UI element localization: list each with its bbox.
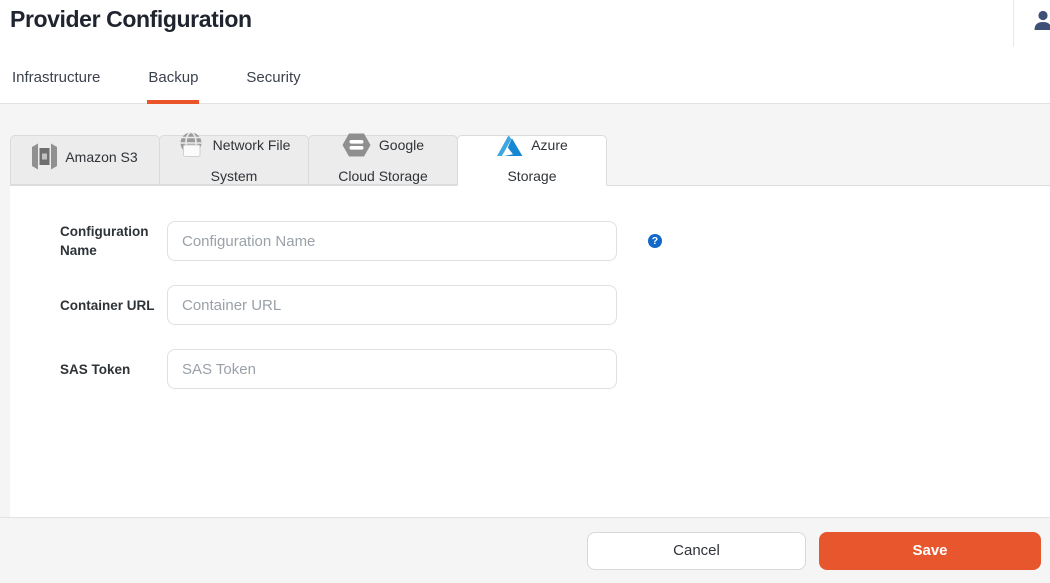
provider-tabstrip: Amazon S3 Network File System — [10, 104, 1050, 186]
provider-panel: Configuration Name ? Container URL SAS T… — [10, 186, 1050, 518]
provider-tab-label: Network File System — [211, 137, 291, 184]
cancel-button[interactable]: Cancel — [587, 532, 806, 570]
azure-storage-form: Configuration Name ? Container URL SAS T… — [10, 186, 1050, 389]
header-divider — [1013, 0, 1014, 47]
provider-tab-label: Amazon S3 — [65, 149, 137, 165]
sas-token-label: SAS Token — [60, 360, 160, 379]
container-url-input[interactable] — [167, 285, 617, 325]
user-icon[interactable] — [1031, 9, 1050, 33]
provider-tab-azure-storage[interactable]: Azure Storage — [457, 135, 607, 186]
provider-tab-network-file-system[interactable]: Network File System — [159, 135, 309, 185]
tab-security[interactable]: Security — [245, 69, 301, 103]
azure-logo-icon — [496, 134, 523, 165]
sas-token-input[interactable] — [167, 349, 617, 389]
gcs-hexagon-icon — [342, 132, 371, 165]
form-row-sas-token: SAS Token — [60, 349, 1050, 389]
provider-tab-google-cloud-storage[interactable]: Google Cloud Storage — [308, 135, 458, 185]
page-body: Amazon S3 Network File System — [0, 104, 1050, 583]
page-title: Provider Configuration — [10, 6, 252, 33]
form-row-configuration-name: Configuration Name ? — [60, 221, 1050, 261]
container-url-label: Container URL — [60, 296, 160, 315]
provider-tab-amazon-s3[interactable]: Amazon S3 — [10, 135, 160, 185]
tab-infrastructure[interactable]: Infrastructure — [11, 69, 101, 103]
s3-bucket-icon — [32, 143, 57, 177]
help-icon[interactable]: ? — [648, 234, 662, 248]
configuration-name-input[interactable] — [167, 221, 617, 261]
tab-backup[interactable]: Backup — [147, 69, 199, 104]
form-row-container-url: Container URL — [60, 285, 1050, 325]
save-button[interactable]: Save — [819, 532, 1041, 570]
action-footer: Cancel Save — [0, 517, 1050, 583]
page-header: Provider Configuration Infrastructure Ba… — [0, 0, 1050, 104]
configuration-name-label: Configuration Name — [60, 222, 160, 260]
globe-folder-icon — [178, 132, 205, 165]
main-nav: Infrastructure Backup Security — [0, 69, 302, 103]
